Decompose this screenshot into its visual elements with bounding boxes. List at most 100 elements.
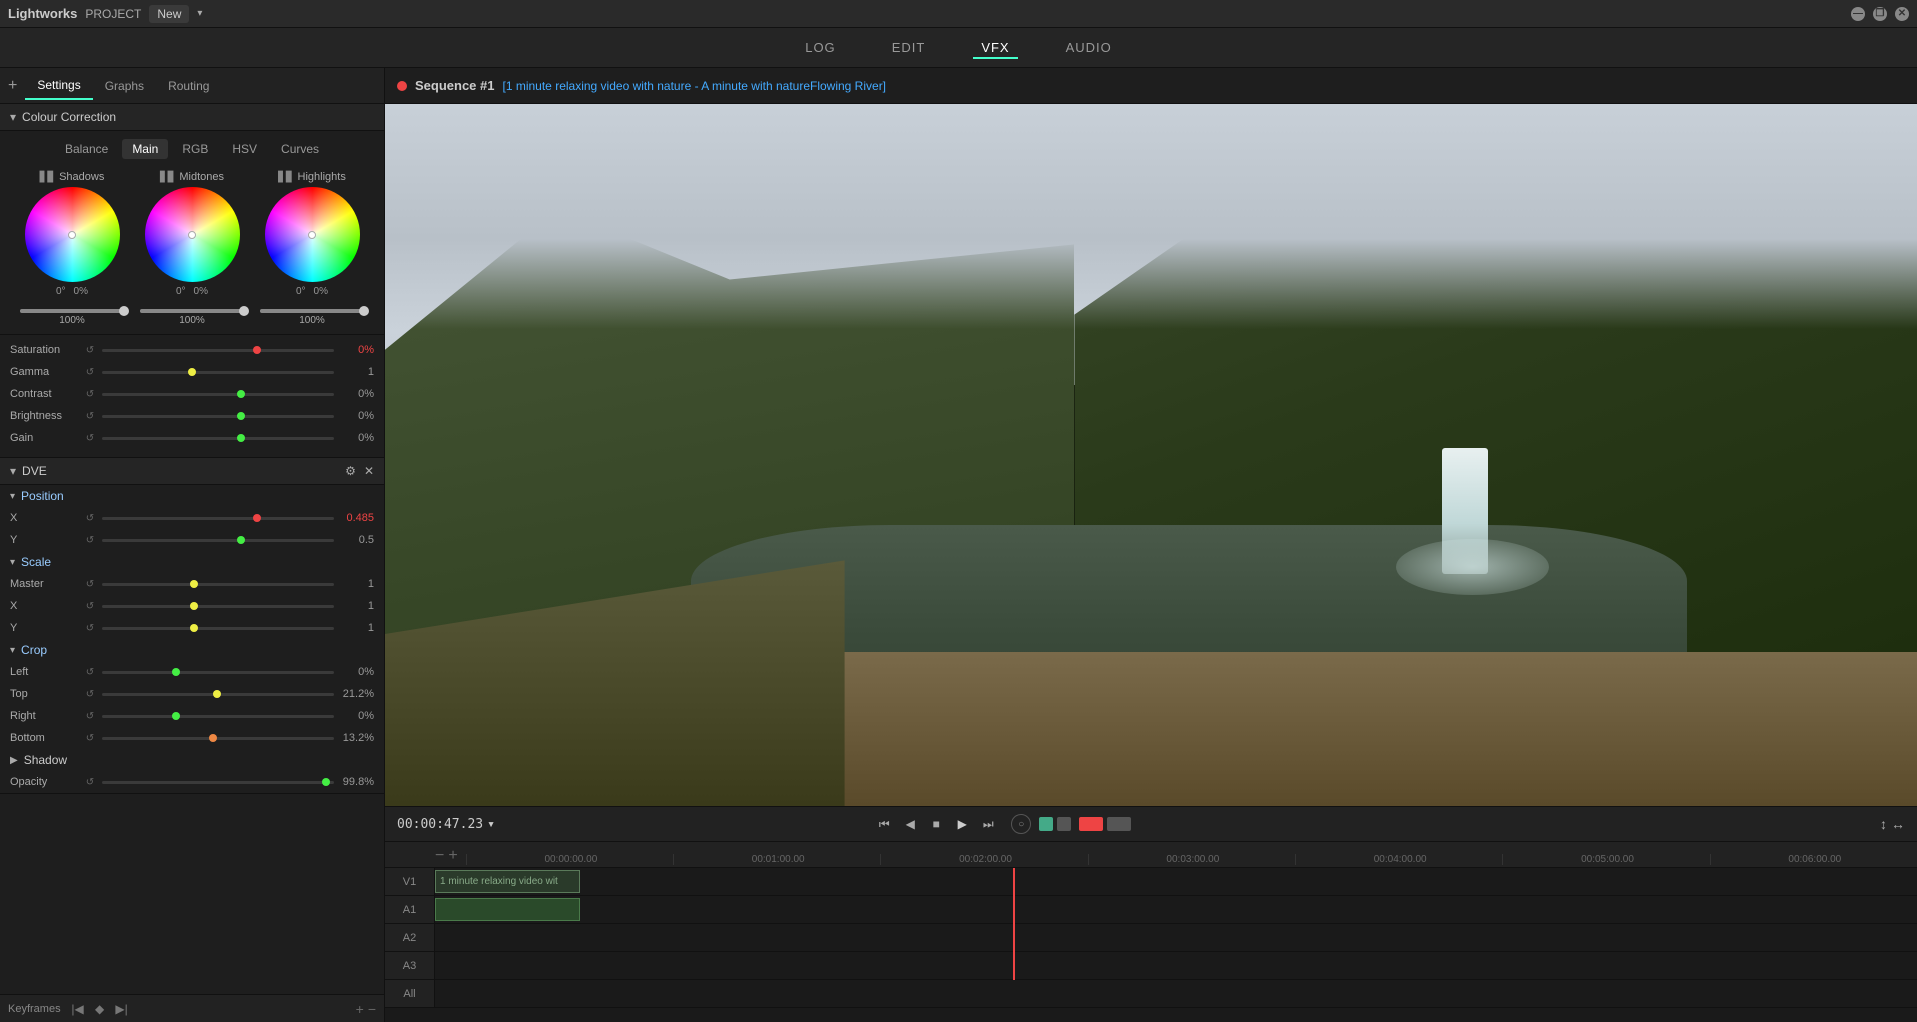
scale-x-slider[interactable] [102, 605, 334, 608]
position-header[interactable]: ▾ Position [0, 485, 384, 507]
a2-content[interactable] [435, 924, 1917, 951]
maximize-button[interactable]: ❐ [1873, 7, 1887, 21]
keyframe-zoom-in[interactable]: + [356, 1001, 364, 1017]
dve-close-icon[interactable]: ✕ [364, 464, 374, 478]
wheel-tab-hsv[interactable]: HSV [222, 139, 267, 159]
crop-left-slider[interactable] [102, 671, 334, 674]
tab-routing[interactable]: Routing [156, 73, 221, 99]
shadows-color-wheel[interactable] [25, 187, 120, 282]
crop-bottom-reset[interactable]: ↺ [82, 730, 98, 746]
mark-button[interactable] [1107, 817, 1131, 831]
nav-edit[interactable]: EDIT [884, 36, 934, 59]
brightness-slider[interactable] [102, 415, 334, 418]
crop-bottom-thumb[interactable] [209, 734, 217, 742]
go-start-button[interactable]: ⏮ [873, 813, 895, 835]
position-x-slider[interactable] [102, 517, 334, 520]
project-dropdown-icon[interactable]: ▾ [197, 8, 202, 19]
nav-audio[interactable]: AUDIO [1058, 36, 1120, 59]
opacity-reset[interactable]: ↺ [82, 774, 98, 790]
go-end-button[interactable]: ⏭ [977, 813, 999, 835]
gamma-slider[interactable] [102, 371, 334, 374]
stop-button[interactable]: ■ [925, 813, 947, 835]
highlights-master-slider[interactable]: 100% [260, 309, 364, 326]
wheel-tab-balance[interactable]: Balance [55, 139, 118, 159]
crop-top-thumb[interactable] [213, 690, 221, 698]
saturation-thumb[interactable] [253, 346, 261, 354]
nav-log[interactable]: LOG [797, 36, 843, 59]
position-x-reset[interactable]: ↺ [82, 510, 98, 526]
position-y-reset[interactable]: ↺ [82, 532, 98, 548]
gain-slider[interactable] [102, 437, 334, 440]
wheel-tab-curves[interactable]: Curves [271, 139, 329, 159]
play-mode-a-button[interactable] [1039, 817, 1053, 831]
crop-top-reset[interactable]: ↺ [82, 686, 98, 702]
video-preview[interactable] [385, 104, 1917, 806]
midtones-master-slider[interactable]: 100% [140, 309, 244, 326]
contrast-reset[interactable]: ↺ [82, 386, 98, 402]
dve-settings-icon[interactable]: ⚙ [345, 464, 356, 478]
midtones-wheel-handle[interactable] [188, 231, 196, 239]
keyframe-prev-button[interactable]: |◀ [69, 1000, 87, 1018]
crop-left-thumb[interactable] [172, 668, 180, 676]
scale-y-thumb[interactable] [190, 624, 198, 632]
brightness-reset[interactable]: ↺ [82, 408, 98, 424]
close-button[interactable]: ✕ [1895, 7, 1909, 21]
scale-x-reset[interactable]: ↺ [82, 598, 98, 614]
fit-height-icon[interactable]: ↕ [1880, 816, 1887, 832]
opacity-slider[interactable] [102, 781, 334, 784]
crop-top-slider[interactable] [102, 693, 334, 696]
position-x-thumb[interactable] [253, 514, 261, 522]
wheel-tab-main[interactable]: Main [122, 139, 168, 159]
a1-clip[interactable] [435, 898, 580, 921]
crop-header[interactable]: ▾ Crop [0, 639, 384, 661]
timecode-dropdown-icon[interactable]: ▾ [487, 817, 495, 832]
midtones-color-wheel[interactable] [145, 187, 240, 282]
opacity-thumb[interactable] [322, 778, 330, 786]
crop-bottom-slider[interactable] [102, 737, 334, 740]
nav-vfx[interactable]: VFX [973, 36, 1017, 59]
timecode-display[interactable]: 00:00:47.23 ▾ [397, 817, 495, 832]
scale-x-thumb[interactable] [190, 602, 198, 610]
keyframe-add-button[interactable]: ◆ [91, 1000, 109, 1018]
playhead[interactable] [1013, 868, 1015, 980]
position-y-thumb[interactable] [237, 536, 245, 544]
contrast-thumb[interactable] [237, 390, 245, 398]
gamma-thumb[interactable] [188, 368, 196, 376]
loop-button[interactable]: ○ [1011, 814, 1031, 834]
shadows-master-slider[interactable]: 100% [20, 309, 124, 326]
saturation-reset[interactable]: ↺ [82, 342, 98, 358]
add-panel-button[interactable]: + [8, 77, 17, 95]
colour-correction-header[interactable]: ▾ Colour Correction [0, 104, 384, 131]
scale-y-reset[interactable]: ↺ [82, 620, 98, 636]
timeline-zoom-out[interactable]: − [435, 847, 444, 865]
position-y-slider[interactable] [102, 539, 334, 542]
fit-width-icon[interactable]: ↔ [1891, 816, 1905, 832]
play-button[interactable]: ▶ [951, 813, 973, 835]
dve-section-header[interactable]: ▾ DVE ⚙ ✕ [0, 458, 384, 485]
timeline-zoom-in[interactable]: + [448, 847, 457, 865]
contrast-slider[interactable] [102, 393, 334, 396]
tab-settings[interactable]: Settings [25, 72, 92, 100]
scale-master-slider[interactable] [102, 583, 334, 586]
brightness-thumb[interactable] [237, 412, 245, 420]
a3-content[interactable] [435, 952, 1917, 979]
tab-graphs[interactable]: Graphs [93, 73, 156, 99]
crop-right-thumb[interactable] [172, 712, 180, 720]
all-content[interactable] [435, 980, 1917, 1007]
keyframe-zoom-out[interactable]: − [368, 1001, 376, 1017]
scale-header[interactable]: ▾ Scale [0, 551, 384, 573]
a1-content[interactable] [435, 896, 1917, 923]
gamma-reset[interactable]: ↺ [82, 364, 98, 380]
minimize-button[interactable]: — [1851, 7, 1865, 21]
step-back-button[interactable]: ◀ [899, 813, 921, 835]
scale-master-thumb[interactable] [190, 580, 198, 588]
shadow-header[interactable]: ▶ Shadow [0, 749, 384, 771]
gain-thumb[interactable] [237, 434, 245, 442]
crop-left-reset[interactable]: ↺ [82, 664, 98, 680]
crop-right-reset[interactable]: ↺ [82, 708, 98, 724]
record-button[interactable] [1079, 817, 1103, 831]
highlights-color-wheel[interactable] [265, 187, 360, 282]
wheel-tab-rgb[interactable]: RGB [172, 139, 218, 159]
scale-master-reset[interactable]: ↺ [82, 576, 98, 592]
shadows-wheel-handle[interactable] [68, 231, 76, 239]
